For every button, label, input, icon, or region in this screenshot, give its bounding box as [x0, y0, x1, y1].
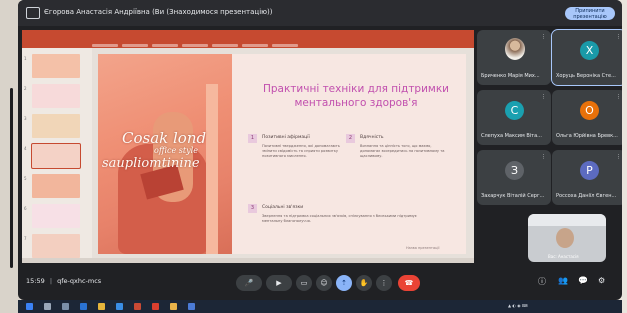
app-icon[interactable] [152, 303, 159, 310]
reactions-button[interactable]: ☺ [316, 275, 332, 291]
mic-muted-icon: ⋮ [541, 94, 546, 100]
edge-icon[interactable] [80, 303, 87, 310]
powerpoint-ribbon [22, 30, 474, 55]
chat-icon[interactable]: 💬 [578, 276, 588, 285]
taskview-icon[interactable] [62, 303, 69, 310]
participant-tile[interactable]: ⋮ Бриченко Марія Мих... [477, 30, 551, 85]
stop-presenting-button[interactable]: Припинити презентацію [565, 7, 615, 20]
present-icon [26, 7, 40, 19]
windows-taskbar: ▲ ◐ ◉ ⌨ [18, 300, 622, 313]
participant-tile[interactable]: З ⋮ Захарчук Віталій Серг... [477, 150, 551, 205]
slide-title: Практичні техніки для підтримки ментальн… [262, 83, 450, 109]
mic-muted-icon: ⋮ [616, 94, 621, 100]
participant-avatar: Х [580, 41, 599, 60]
participant-name: Ольга Юрйівна Бревк... [556, 133, 618, 139]
activities-icon[interactable]: ⚙ [598, 276, 605, 285]
participant-avatar: О [580, 101, 599, 120]
participant-avatar: З [505, 161, 524, 180]
people-icon[interactable]: 👥 [558, 276, 568, 285]
participant-name: Хоруць Вероніка Сте... [556, 73, 616, 79]
current-slide: Сosak lond office style saupliomtinine П… [98, 54, 466, 254]
participant-tile[interactable]: О ⋮ Ольга Юрйівна Бревк... [552, 90, 622, 145]
start-icon[interactable] [26, 303, 33, 310]
slide-thumbnail[interactable]: 7 [24, 234, 80, 258]
left-edge [0, 0, 20, 313]
presenter-title: Єгорова Анастасія Андріївна (Ви (Знаходи… [44, 8, 273, 16]
self-name: Вас: Анастасія [548, 254, 579, 259]
slide-thumbnails: 1 2 3 4 5 6 7 [22, 48, 92, 258]
participant-name: Бриченко Марія Мих... [481, 73, 540, 79]
slide-footer: Назва презентації [406, 246, 440, 250]
slide-thumbnail-selected[interactable]: 4 [24, 143, 81, 169]
mic-muted-icon: ⋮ [616, 34, 621, 40]
camera-button[interactable]: ▶ [266, 275, 292, 291]
slide-editor: Сosak lond office style saupliomtinine П… [92, 48, 474, 258]
presentation-bar: Єгорова Анастасія Андріївна (Ви (Знаходи… [18, 0, 622, 26]
participant-name: Захарчук Віталій Серг... [481, 193, 545, 199]
powerpoint-icon[interactable] [134, 303, 141, 310]
participant-tile[interactable]: С ⋮ Слепуха Максим Віта... [477, 90, 551, 145]
captions-button[interactable]: ▭ [296, 275, 312, 291]
mic-muted-icon: ⋮ [616, 154, 621, 160]
participant-name: Россоха Даніїл Євген... [556, 193, 617, 199]
chrome-icon[interactable] [170, 303, 177, 310]
participant-name: Слепуха Максим Віта... [481, 133, 542, 139]
slide-thumbnail[interactable]: 6 [24, 204, 80, 228]
microphone-button[interactable]: 🎤 [236, 275, 262, 291]
more-options-button[interactable]: ⋮ [376, 275, 392, 291]
powerpoint-statusbar [22, 258, 474, 263]
participant-tile[interactable]: Х ⋮ Хоруць Вероніка Сте... [551, 29, 622, 86]
raise-hand-button[interactable]: ✋ [356, 275, 372, 291]
slide-thumbnail[interactable]: 3 [24, 114, 80, 138]
store-icon[interactable] [116, 303, 123, 310]
slide-thumbnail[interactable]: 5 [24, 174, 80, 198]
present-button[interactable]: ⇡ [336, 275, 352, 291]
meet-window: Єгорова Анастасія Андріївна (Ви (Знаходи… [18, 0, 622, 300]
system-tray-icons: ▲ ◐ ◉ ⌨ [508, 303, 528, 308]
self-view-tile[interactable]: Вас: Анастасія [528, 214, 606, 262]
screen: Єгорова Анастасія Андріївна (Ви (Знаходи… [0, 0, 627, 313]
self-video [556, 228, 574, 248]
app-icon[interactable] [188, 303, 195, 310]
mic-muted-icon: ⋮ [541, 154, 546, 160]
end-call-button[interactable]: ☎ [398, 275, 420, 291]
participant-avatar: С [505, 101, 524, 120]
participant-avatar: Р [580, 161, 599, 180]
shared-screen: 1 2 3 4 5 6 7 Сosak lond office style sa… [22, 30, 474, 263]
slide-thumbnail[interactable]: 2 [24, 84, 80, 108]
call-controls: 15:59 | qfe-qxhc-mcs 🎤 ▶ ▭ ☺ ⇡ ✋ ⋮ ☎ ⓘ 👥… [18, 268, 622, 298]
participant-tile[interactable]: Р ⋮ Россоха Даніїл Євген... [552, 150, 622, 205]
explorer-icon[interactable] [98, 303, 105, 310]
photo-caption: Сosak lond office style saupliomtinine [102, 129, 207, 171]
mic-muted-icon: ⋮ [541, 34, 546, 40]
participant-photo [505, 38, 525, 60]
slide-thumbnail[interactable]: 1 [24, 54, 80, 78]
info-icon[interactable]: ⓘ [538, 276, 546, 287]
search-icon[interactable] [44, 303, 51, 310]
meeting-info: 15:59 | qfe-qxhc-mcs [26, 277, 102, 285]
